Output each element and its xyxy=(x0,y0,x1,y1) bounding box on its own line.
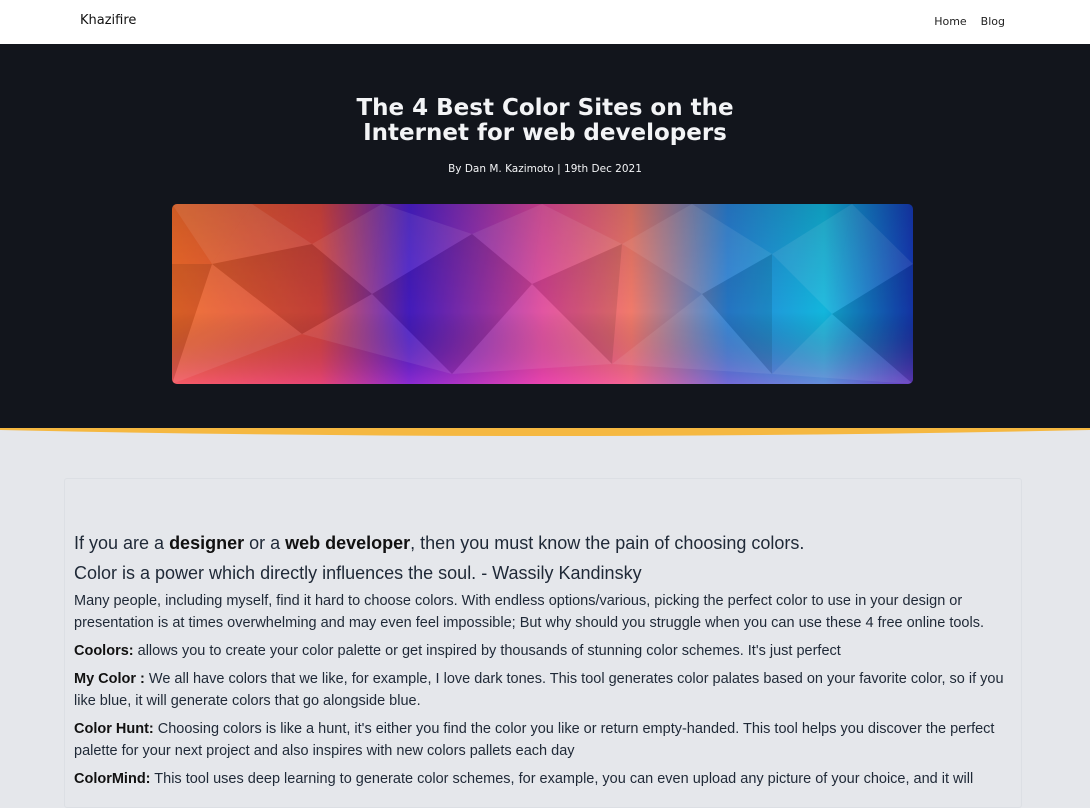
intro-text: , then you must know the pain of choosin… xyxy=(410,533,805,553)
intro-emphasis-web-developer: web developer xyxy=(285,533,411,553)
article-body: If you are a designer or a web developer… xyxy=(74,528,1014,790)
hero-bottom-wave xyxy=(0,428,1090,436)
tool-name: My Color : xyxy=(74,671,145,687)
article-title: The 4 Best Color Sites on the Internet f… xyxy=(0,96,1090,146)
intro-text: or a xyxy=(244,533,286,553)
article-title-line-2: Internet for web developers xyxy=(363,120,727,146)
brand-logo-link[interactable]: Khazifire xyxy=(80,13,136,28)
tool-name: ColorMind: xyxy=(74,771,151,787)
tool-name: Color Hunt: xyxy=(74,721,154,737)
hero-image xyxy=(172,204,913,384)
nav-links: Home Blog xyxy=(934,15,1005,28)
article-quote: Color is a power which directly influenc… xyxy=(74,563,642,583)
article-byline: By Dan M. Kazimoto | 19th Dec 2021 xyxy=(448,163,642,175)
article-paragraph: Many people, including myself, find it h… xyxy=(74,593,984,631)
intro-text: If you are a xyxy=(74,533,170,553)
tool-description: Choosing colors is like a hunt, it's eit… xyxy=(74,721,995,759)
hero-section: The 4 Best Color Sites on the Internet f… xyxy=(0,44,1090,430)
article-intro: If you are a designer or a web developer… xyxy=(74,528,1014,558)
top-navbar: Khazifire Home Blog xyxy=(0,0,1090,44)
intro-emphasis-designer: designer xyxy=(169,533,245,553)
nav-blog-link[interactable]: Blog xyxy=(981,15,1005,28)
article-title-line-1: The 4 Best Color Sites on the xyxy=(356,95,734,121)
tool-description: This tool uses deep learning to generate… xyxy=(150,771,974,787)
tool-item-color-hunt: Color Hunt: Choosing colors is like a hu… xyxy=(74,718,1014,762)
low-poly-gradient-image xyxy=(172,204,913,384)
nav-home-link[interactable]: Home xyxy=(934,15,966,28)
tool-item-colormind: ColorMind: This tool uses deep learning … xyxy=(74,768,1014,790)
tool-item-my-color: My Color : We all have colors that we li… xyxy=(74,668,1014,712)
tool-description: We all have colors that we like, for exa… xyxy=(74,671,1004,709)
tool-description: allows you to create your color palette … xyxy=(133,643,841,659)
tool-item-coolors: Coolors: allows you to create your color… xyxy=(74,640,1014,662)
tool-name: Coolors: xyxy=(74,643,134,659)
